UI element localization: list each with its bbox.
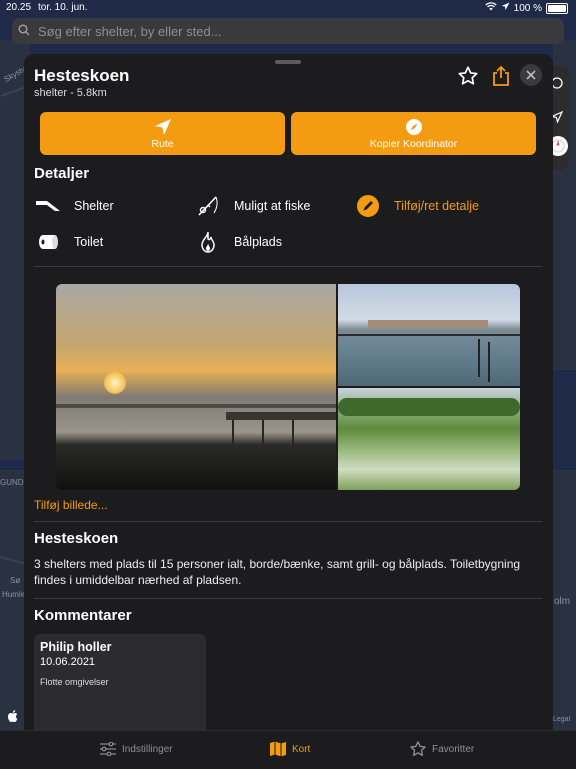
- divider: [34, 521, 542, 522]
- navigation-arrow-icon: [154, 118, 172, 136]
- edit-detail-link[interactable]: Tilføj/ret detalje: [354, 195, 479, 217]
- map-label: Sø: [10, 576, 21, 585]
- comment-text: Flotte omgivelser: [40, 677, 109, 687]
- comments-heading: Kommentarer: [34, 607, 132, 624]
- tab-bar: Indstillinger Kort Favoritter: [0, 730, 576, 769]
- status-time: 20.25: [6, 2, 32, 13]
- trees-shape: [338, 398, 520, 416]
- tab-label: Indstillinger: [122, 743, 173, 755]
- description-text: 3 shelters med plads til 15 personer ial…: [34, 557, 521, 587]
- details-heading: Detaljer: [34, 165, 90, 182]
- detail-label: Bålplads: [234, 235, 282, 249]
- apple-logo-icon: [7, 710, 18, 725]
- favorite-star-icon[interactable]: [456, 64, 480, 88]
- buildings-shape: [368, 320, 488, 328]
- pier-post: [232, 420, 234, 454]
- sheet-grabber[interactable]: [275, 60, 301, 64]
- status-bar: 20.25 tor. 10. jun. 100 %: [0, 0, 576, 16]
- jetty-shape: [338, 334, 520, 336]
- description-heading: Hesteskoen: [34, 530, 119, 547]
- close-button[interactable]: [520, 64, 542, 86]
- fishing-icon: [194, 196, 222, 216]
- battery-percent: 100 %: [513, 2, 542, 14]
- photo-gallery[interactable]: [56, 284, 520, 490]
- copy-coordinates-label: Kopier Koordinator: [369, 137, 458, 150]
- sheet-subtitle: shelter - 5.8km: [34, 87, 107, 99]
- location-arrow-icon: [501, 2, 510, 14]
- detail-label: Toilet: [74, 235, 104, 249]
- route-button[interactable]: Rute: [40, 112, 285, 155]
- meadow-photo[interactable]: [338, 388, 520, 490]
- add-photo-link[interactable]: Tilføj billede...: [34, 498, 108, 512]
- map-legal-label[interactable]: Legal: [553, 716, 570, 723]
- pier-shape: [226, 412, 336, 420]
- sun-shape: [104, 372, 126, 394]
- search-input[interactable]: [36, 22, 540, 40]
- search-bar[interactable]: [12, 18, 564, 44]
- detail-label: Muligt at fiske: [234, 199, 311, 213]
- close-icon: [526, 70, 536, 80]
- copy-coordinates-button[interactable]: Kopier Koordinator: [291, 112, 536, 155]
- detail-label: Shelter: [74, 199, 114, 213]
- route-button-label: Rute: [151, 137, 174, 150]
- status-right: 100 %: [484, 2, 568, 14]
- comment-date: 10.06.2021: [40, 656, 96, 668]
- detail-sheet: Hesteskoen shelter - 5.8km Rute Kopier K…: [24, 54, 553, 730]
- tab-settings[interactable]: Indstillinger: [98, 741, 173, 757]
- comment-author: Philip holler: [40, 640, 112, 654]
- horizon-line: [56, 404, 336, 408]
- tab-label: Kort: [292, 743, 311, 755]
- edit-icon: [354, 195, 382, 217]
- compass-icon: [405, 118, 423, 136]
- map-icon: [268, 741, 288, 757]
- pier-post: [488, 342, 490, 382]
- pier-post: [478, 339, 480, 377]
- tab-map[interactable]: Kort: [268, 741, 310, 757]
- battery-icon: [546, 2, 568, 14]
- sheet-title: Hesteskoen: [34, 66, 130, 85]
- harbor-photo[interactable]: [338, 284, 520, 386]
- map-label: olm: [554, 596, 571, 607]
- shelter-icon: [34, 196, 62, 216]
- share-icon[interactable]: [489, 64, 513, 88]
- pier-post: [262, 420, 264, 454]
- detail-shelter: Shelter: [34, 196, 114, 216]
- sunset-photo[interactable]: [56, 284, 336, 490]
- tab-label: Favoritter: [432, 743, 475, 755]
- star-icon: [408, 741, 428, 757]
- map-label: Humle: [2, 590, 26, 599]
- fire-icon: [194, 231, 222, 253]
- map-label: GUND: [0, 478, 24, 487]
- status-date: tor. 10. jun.: [38, 2, 88, 13]
- divider: [34, 598, 542, 599]
- divider: [34, 266, 542, 267]
- wifi-icon: [484, 2, 497, 14]
- search-icon: [12, 23, 36, 39]
- pier-post: [292, 420, 294, 454]
- detail-label: Tilføj/ret detalje: [394, 199, 479, 213]
- detail-toilet: Toilet: [34, 232, 103, 252]
- detail-fireplace: Bålplads: [194, 231, 282, 253]
- comment-card[interactable]: Philip holler 10.06.2021 Flotte omgivels…: [34, 634, 206, 730]
- toilet-icon: [34, 232, 62, 252]
- detail-fishing: Muligt at fiske: [194, 196, 310, 216]
- sliders-icon: [98, 741, 118, 757]
- tab-favorites[interactable]: Favoritter: [408, 741, 474, 757]
